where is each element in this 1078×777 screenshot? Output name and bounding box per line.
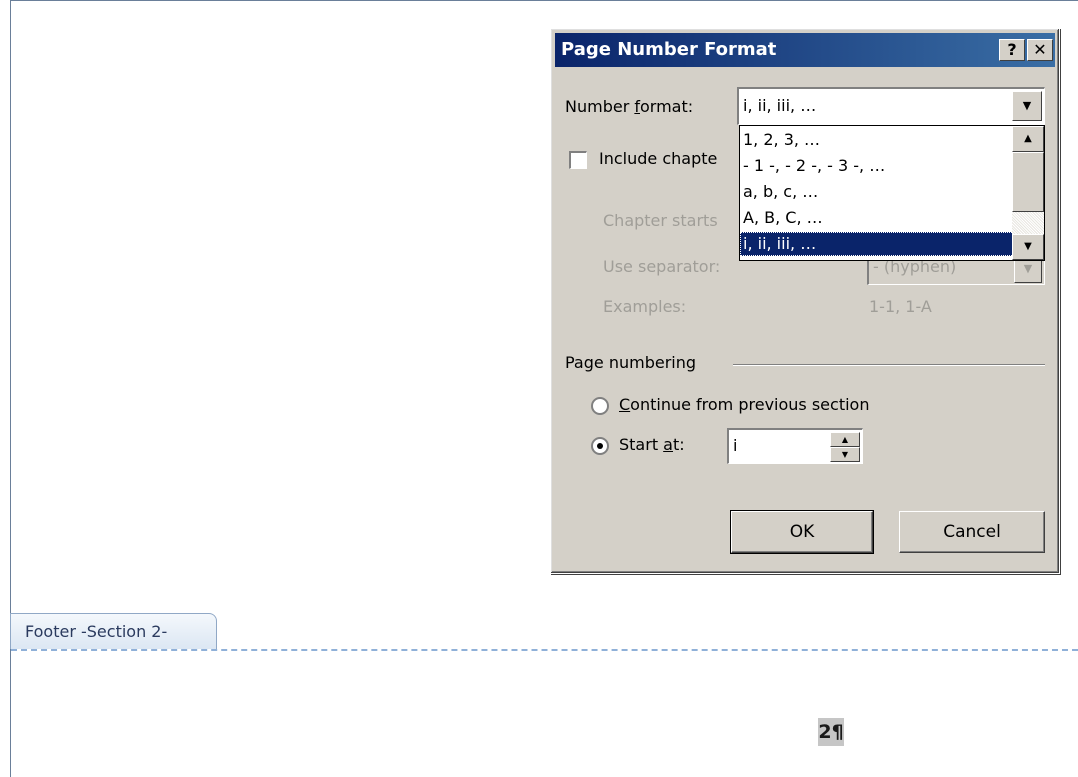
chapter-starts-label: Chapter starts	[603, 211, 718, 230]
examples-value: 1-1, 1-A	[869, 297, 932, 316]
format-option[interactable]: a, b, c, …	[740, 180, 1014, 204]
number-format-label: Number format:	[565, 97, 694, 116]
number-format-combo[interactable]: i, ii, iii, … ▼	[737, 87, 1045, 125]
ok-button[interactable]: OK	[730, 510, 874, 554]
footer-separator-line	[11, 649, 1078, 651]
help-button[interactable]: ?	[999, 39, 1025, 61]
start-at-label: Start at:	[619, 435, 685, 454]
page-border-left	[10, 0, 11, 777]
format-option[interactable]: A, B, C, …	[740, 206, 1014, 230]
format-option[interactable]: - 1 -, - 2 -, - 3 -, …	[740, 154, 1014, 178]
close-button[interactable]: ✕	[1027, 39, 1053, 61]
format-option-selected[interactable]: i, ii, iii, …	[740, 232, 1014, 256]
page-number-format-dialog: Page Number Format ? ✕ Number format: i,…	[550, 28, 1060, 574]
format-option[interactable]: 1, 2, 3, …	[740, 128, 1014, 152]
start-at-radio[interactable]	[591, 437, 609, 455]
page-numbering-group-label: Page numbering	[565, 353, 705, 372]
include-chapter-label: Include chapte	[599, 149, 718, 168]
start-at-value: i	[733, 436, 738, 455]
cancel-button[interactable]: Cancel	[899, 511, 1045, 553]
number-format-dropdown-arrow-icon[interactable]: ▼	[1012, 91, 1042, 121]
number-format-dropdown-list[interactable]: 1, 2, 3, … - 1 -, - 2 -, - 3 -, … a, b, …	[739, 125, 1045, 261]
radio-selected-dot-icon	[597, 443, 603, 449]
spin-down-icon[interactable]: ▼	[830, 447, 860, 462]
page-number-field[interactable]: 2¶	[818, 718, 844, 746]
number-format-value: i, ii, iii, …	[743, 96, 817, 115]
footer-section-tab[interactable]: Footer -Section 2-	[10, 613, 217, 649]
dialog-title: Page Number Format	[561, 39, 777, 60]
use-separator-label: Use separator:	[603, 257, 721, 276]
scroll-down-icon[interactable]: ▼	[1012, 234, 1044, 260]
scroll-thumb[interactable]	[1012, 152, 1044, 212]
spin-up-icon[interactable]: ▲	[830, 432, 860, 447]
continue-previous-radio[interactable]	[591, 397, 609, 415]
continue-previous-label: Continue from previous section	[619, 395, 870, 414]
page-numbering-group-divider	[733, 364, 1045, 366]
examples-label: Examples:	[603, 297, 687, 316]
scroll-up-icon[interactable]: ▲	[1012, 126, 1044, 152]
page-border-top	[10, 0, 1078, 1]
dropdown-scrollbar[interactable]: ▲ ▼	[1012, 126, 1044, 260]
include-chapter-checkbox[interactable]	[569, 151, 587, 169]
dialog-titlebar[interactable]: Page Number Format ? ✕	[555, 33, 1055, 67]
start-at-spinner[interactable]: i ▲ ▼	[727, 428, 863, 464]
